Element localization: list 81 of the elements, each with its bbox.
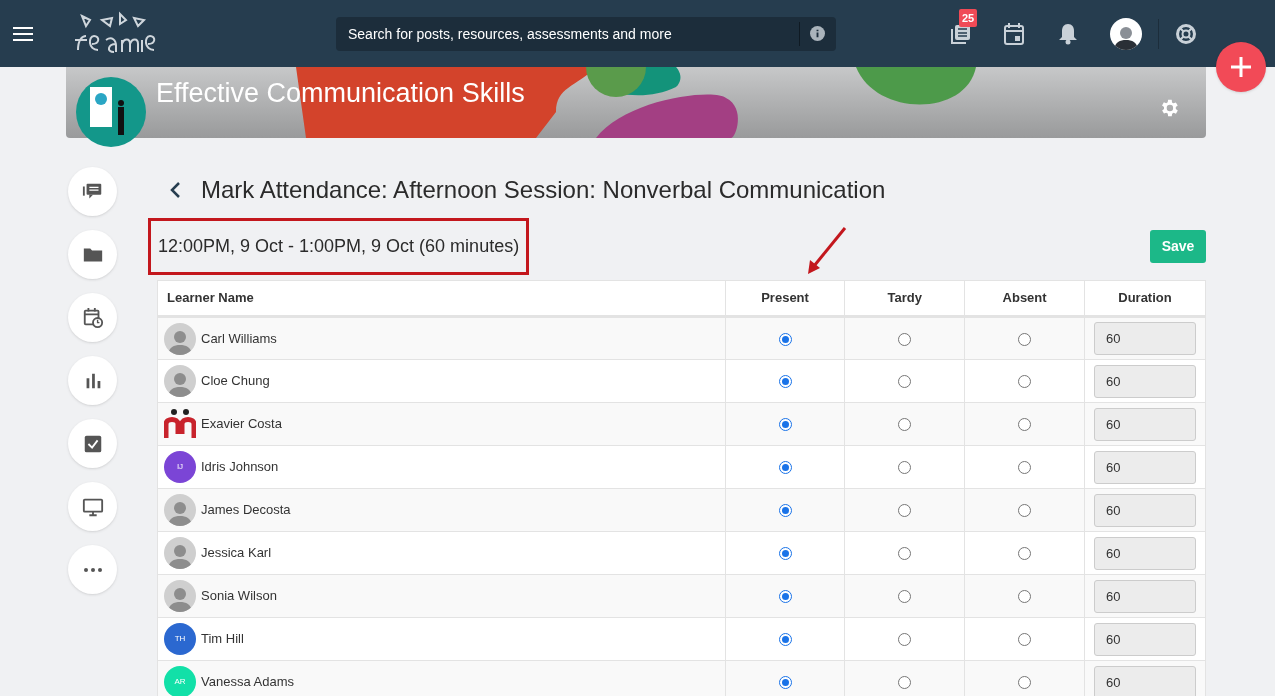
learner-name: Tim Hill <box>201 630 244 649</box>
avatar-silhouette <box>164 537 196 569</box>
avatar-silhouette <box>164 365 196 397</box>
learner-name: Vanessa Adams <box>201 673 294 692</box>
sidebar-button[interactable] <box>68 356 117 405</box>
avatar-initials: IJ <box>164 451 196 483</box>
user-avatar[interactable] <box>1110 17 1142 50</box>
duration-field[interactable]: 60 <box>1093 579 1196 613</box>
radio-button[interactable] <box>1018 461 1032 475</box>
column-header: Absent <box>964 280 1085 317</box>
radio-button[interactable] <box>898 461 912 475</box>
avatar-initials: AR <box>164 666 196 696</box>
sidebar-button[interactable] <box>68 230 117 279</box>
more-icon <box>83 567 102 572</box>
session-time: 12:00PM, 9 Oct - 1:00PM, 9 Oct (60 minutes) <box>158 234 520 258</box>
radio-button[interactable] <box>898 332 912 346</box>
radio-button[interactable] <box>1018 676 1032 690</box>
calendar-clock-icon <box>81 306 104 329</box>
column-header: Present <box>725 280 845 317</box>
learner-name: Exavier Costa <box>201 415 282 434</box>
duration-field[interactable]: 60 <box>1093 536 1196 570</box>
column-header: Learner Name <box>157 280 726 317</box>
calendar-icon[interactable] <box>1004 22 1024 45</box>
menu-icon[interactable] <box>12 25 34 42</box>
column-header: Duration <box>1084 280 1206 317</box>
avatar-silhouette <box>164 322 196 355</box>
radio-button[interactable] <box>898 418 912 432</box>
sidebar-button[interactable] <box>68 167 117 216</box>
duration-field[interactable]: 60 <box>1093 665 1196 696</box>
radio-button[interactable] <box>1018 547 1032 561</box>
radio-button[interactable] <box>898 547 912 561</box>
radio-button[interactable] <box>898 590 912 604</box>
radio-button[interactable] <box>778 418 792 432</box>
learner-name: Idris Johnson <box>201 458 279 477</box>
duration-field[interactable]: 60 <box>1093 622 1196 656</box>
duration-field[interactable]: 60 <box>1093 322 1196 355</box>
radio-button[interactable] <box>1018 633 1032 647</box>
radio-button[interactable] <box>898 375 912 389</box>
avatar-initials: TH <box>164 623 196 655</box>
back-icon[interactable] <box>169 181 181 199</box>
radio-button[interactable] <box>778 461 792 475</box>
radio-button[interactable] <box>778 676 792 690</box>
radio-button[interactable] <box>898 504 912 518</box>
add-button[interactable] <box>1216 42 1266 92</box>
newspaper-icon[interactable] <box>950 22 972 45</box>
duration-field[interactable]: 60 <box>1093 450 1196 484</box>
duration-field[interactable]: 60 <box>1093 364 1196 398</box>
sidebar-button[interactable] <box>68 419 117 468</box>
duration-field[interactable]: 60 <box>1093 493 1196 527</box>
radio-button[interactable] <box>778 633 792 647</box>
learner-name: Carl Williams <box>201 329 277 348</box>
avatar-logo <box>164 408 196 440</box>
page-title: Mark Attendance: Afternoon Session: Nonverbal Communication <box>201 175 886 205</box>
radio-button[interactable] <box>778 504 792 518</box>
learner-name: James Decosta <box>201 501 291 520</box>
radio-button[interactable] <box>898 633 912 647</box>
column-header: Tardy <box>844 280 965 317</box>
help-icon[interactable] <box>1175 22 1197 45</box>
info-icon[interactable] <box>810 25 825 41</box>
plus-icon <box>1230 56 1252 78</box>
bell-icon[interactable] <box>1058 22 1078 45</box>
radio-button[interactable] <box>778 590 792 604</box>
radio-button[interactable] <box>778 375 792 389</box>
radio-button[interactable] <box>778 547 792 561</box>
learner-name: Cloe Chung <box>201 372 270 391</box>
radio-button[interactable] <box>1018 590 1032 604</box>
radio-button[interactable] <box>898 676 912 690</box>
duration-field[interactable]: 60 <box>1093 407 1196 441</box>
learner-name: Jessica Karl <box>201 544 272 563</box>
radio-button[interactable] <box>1018 332 1032 346</box>
learner-name: Sonia Wilson <box>201 587 277 606</box>
notification-badge: 25 <box>959 8 978 27</box>
avatar-silhouette <box>164 494 196 526</box>
radio-button[interactable] <box>778 332 792 346</box>
sidebar-button[interactable] <box>68 482 117 531</box>
sidebar-button[interactable] <box>68 293 117 342</box>
radio-button[interactable] <box>1018 375 1032 389</box>
search-field[interactable]: Search for posts, resources, assessments and more <box>336 16 836 51</box>
radio-button[interactable] <box>1018 504 1032 518</box>
avatar-silhouette <box>164 580 196 612</box>
radio-button[interactable] <box>1018 418 1032 432</box>
